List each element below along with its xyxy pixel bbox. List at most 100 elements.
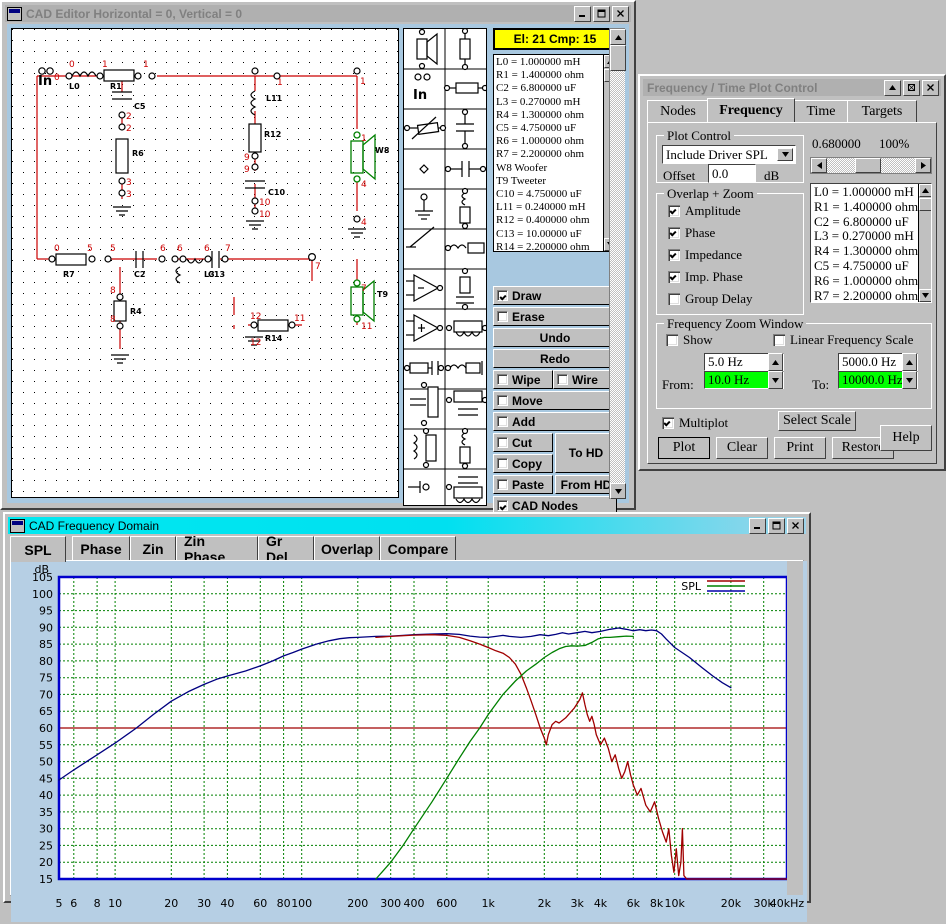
copy-toggle[interactable]: Copy: [493, 454, 553, 473]
component-list-item[interactable]: R12 = 0.400000 ohm: [496, 214, 601, 227]
amplitude-checkbox-icon[interactable]: [668, 205, 680, 217]
plot-scroll-thumb[interactable]: [919, 198, 931, 211]
plot-value-item[interactable]: C2 = 6.800000 uF: [814, 214, 916, 230]
slider-right-icon[interactable]: [915, 158, 931, 173]
plot-value-item[interactable]: L3 = 0.270000 mH: [814, 229, 916, 244]
erase-toggle[interactable]: Erase: [493, 307, 617, 326]
component-list-item[interactable]: R7 = 2.200000 ohm: [496, 148, 601, 161]
draw-checkbox[interactable]: [497, 290, 508, 301]
component-list-item[interactable]: W8 Woofer: [496, 162, 601, 175]
minimize-button[interactable]: [574, 5, 591, 22]
maximize-button[interactable]: [593, 5, 610, 22]
schematic-canvas[interactable]: In L0 R1 C5 R6 L11 R12 C10 W8 R7 C2 L3 R…: [11, 28, 399, 498]
plot-control-titlebar[interactable]: Frequency / Time Plot Control: [643, 79, 941, 96]
print-button[interactable]: Print: [774, 437, 826, 459]
fd-window-menu-icon[interactable]: [10, 518, 25, 533]
cad-editor-vertical-scrollbar[interactable]: [609, 28, 626, 499]
plot-value-list[interactable]: L0 = 1.000000 mH R1 = 1.400000 ohm C2 = 6.…: [810, 183, 932, 303]
plot-value-item[interactable]: R7 = 2.200000 ohm: [814, 288, 918, 302]
plot-value-scrollbar[interactable]: [918, 184, 931, 302]
plot-value-item[interactable]: R6 = 1.000000 ohm: [814, 273, 918, 289]
plot-control-close-button[interactable]: [922, 79, 939, 96]
to-spin-down[interactable]: [902, 371, 917, 389]
wire-checkbox[interactable]: [557, 374, 568, 385]
component-value-list[interactable]: L0 = 1.000000 mH R1 = 1.400000 ohm C2 = 6.…: [493, 54, 617, 252]
add-toggle[interactable]: Add: [493, 412, 617, 431]
erase-checkbox[interactable]: [497, 311, 508, 322]
to-hd-button[interactable]: To HD: [555, 433, 617, 473]
close-button[interactable]: [612, 5, 629, 22]
component-list-item[interactable]: T9 Tweeter: [496, 175, 601, 188]
fd-minimize-button[interactable]: [749, 517, 766, 534]
slider-left-icon[interactable]: [811, 158, 827, 173]
cad-scroll-track[interactable]: [610, 45, 625, 483]
clear-button[interactable]: Clear: [716, 437, 768, 459]
fd-tab-gr-del[interactable]: Gr Del: [258, 533, 314, 565]
component-list-item[interactable]: C10 = 4.750000 uF: [496, 188, 601, 201]
help-button[interactable]: Help: [880, 425, 932, 451]
component-list-item[interactable]: C5 = 4.750000 uF: [496, 122, 601, 135]
fd-tab-compare[interactable]: Compare: [380, 536, 456, 560]
tab-nodes[interactable]: Nodes: [647, 100, 709, 122]
show-checkbox-icon[interactable]: [666, 334, 678, 346]
checkbox-impedance[interactable]: Impedance: [668, 247, 742, 263]
checkbox-phase[interactable]: Phase: [668, 225, 715, 241]
component-list-item[interactable]: R6 = 1.000000 ohm: [496, 135, 601, 148]
paste-checkbox[interactable]: [497, 479, 508, 490]
checkbox-linear-frequency-scale[interactable]: Linear Frequency Scale: [773, 332, 913, 348]
fd-tab-spl[interactable]: SPL: [10, 536, 66, 562]
plot-value-item[interactable]: C5 = 4.750000 uF: [814, 258, 916, 274]
checkbox-amplitude[interactable]: Amplitude: [668, 203, 741, 219]
scale-slider[interactable]: [810, 157, 932, 174]
frequency-domain-titlebar[interactable]: CAD Frequency Domain: [8, 517, 806, 534]
plot-scroll-up-icon[interactable]: [919, 184, 931, 197]
checkbox-imp-phase[interactable]: Imp. Phase: [668, 269, 743, 285]
impedance-checkbox-icon[interactable]: [668, 249, 680, 261]
checkbox-multiplot[interactable]: Multiplot: [662, 415, 728, 431]
window-menu-icon[interactable]: [7, 6, 22, 21]
driver-select[interactable]: Include Driver SPL: [662, 145, 796, 164]
redo-button[interactable]: Redo: [493, 349, 617, 368]
cad-scroll-up-icon[interactable]: [610, 29, 626, 45]
from-spin-down[interactable]: [768, 371, 783, 389]
paste-toggle[interactable]: Paste: [493, 475, 553, 494]
chevron-down-icon[interactable]: [777, 148, 793, 161]
plot-button[interactable]: Plot: [658, 437, 710, 459]
tab-frequency[interactable]: Frequency: [707, 98, 795, 122]
component-palette[interactable]: In: [403, 28, 487, 506]
from-spin-up[interactable]: [768, 353, 783, 371]
phase-checkbox-icon[interactable]: [668, 227, 680, 239]
restore-up-button[interactable]: [884, 79, 901, 96]
cad-nodes-checkbox[interactable]: [497, 500, 508, 511]
fd-close-button[interactable]: [787, 517, 804, 534]
component-list-item[interactable]: R4 = 1.300000 ohm: [496, 109, 601, 122]
fd-tab-zin-phase[interactable]: Zin Phase: [176, 533, 258, 565]
move-toggle[interactable]: Move: [493, 391, 617, 410]
add-checkbox[interactable]: [497, 416, 508, 427]
plot-value-item[interactable]: L0 = 1.000000 mH: [814, 184, 916, 200]
cut-toggle[interactable]: Cut: [493, 433, 553, 452]
checkbox-show[interactable]: Show: [666, 332, 713, 348]
tab-time[interactable]: Time: [793, 100, 849, 122]
move-checkbox[interactable]: [497, 395, 508, 406]
offset-input[interactable]: 0.0: [708, 164, 756, 183]
component-list-item[interactable]: L0 = 1.000000 mH: [496, 56, 601, 69]
slider-track[interactable]: [827, 158, 915, 173]
plot-scroll-down-icon[interactable]: [919, 289, 931, 302]
cut-checkbox[interactable]: [497, 437, 508, 448]
plot-value-item[interactable]: R4 = 1.300000 ohm: [814, 243, 918, 259]
cad-scroll-thumb[interactable]: [610, 45, 626, 71]
component-list-item[interactable]: R1 = 1.400000 ohm: [496, 69, 601, 82]
to-spin-up[interactable]: [902, 353, 917, 371]
component-list-item[interactable]: L3 = 0.270000 mH: [496, 96, 601, 109]
fd-tab-phase[interactable]: Phase: [72, 536, 130, 560]
plot-value-item[interactable]: R1 = 1.400000 ohm: [814, 199, 918, 215]
select-scale-button[interactable]: Select Scale: [778, 411, 856, 431]
fd-maximize-button[interactable]: [768, 517, 785, 534]
imp-phase-checkbox-icon[interactable]: [668, 271, 680, 283]
draw-toggle[interactable]: Draw: [493, 286, 617, 305]
wipe-checkbox[interactable]: [497, 374, 508, 385]
component-list-item[interactable]: C2 = 6.800000 uF: [496, 82, 601, 95]
spl-chart[interactable]: dB 105 100 95 90 85 80 75 70 65 60 55 50 45 40 35 30 25 20…: [11, 561, 811, 924]
cad-editor-titlebar[interactable]: CAD Editor Horizontal = 0, Vertical = 0: [5, 5, 631, 22]
